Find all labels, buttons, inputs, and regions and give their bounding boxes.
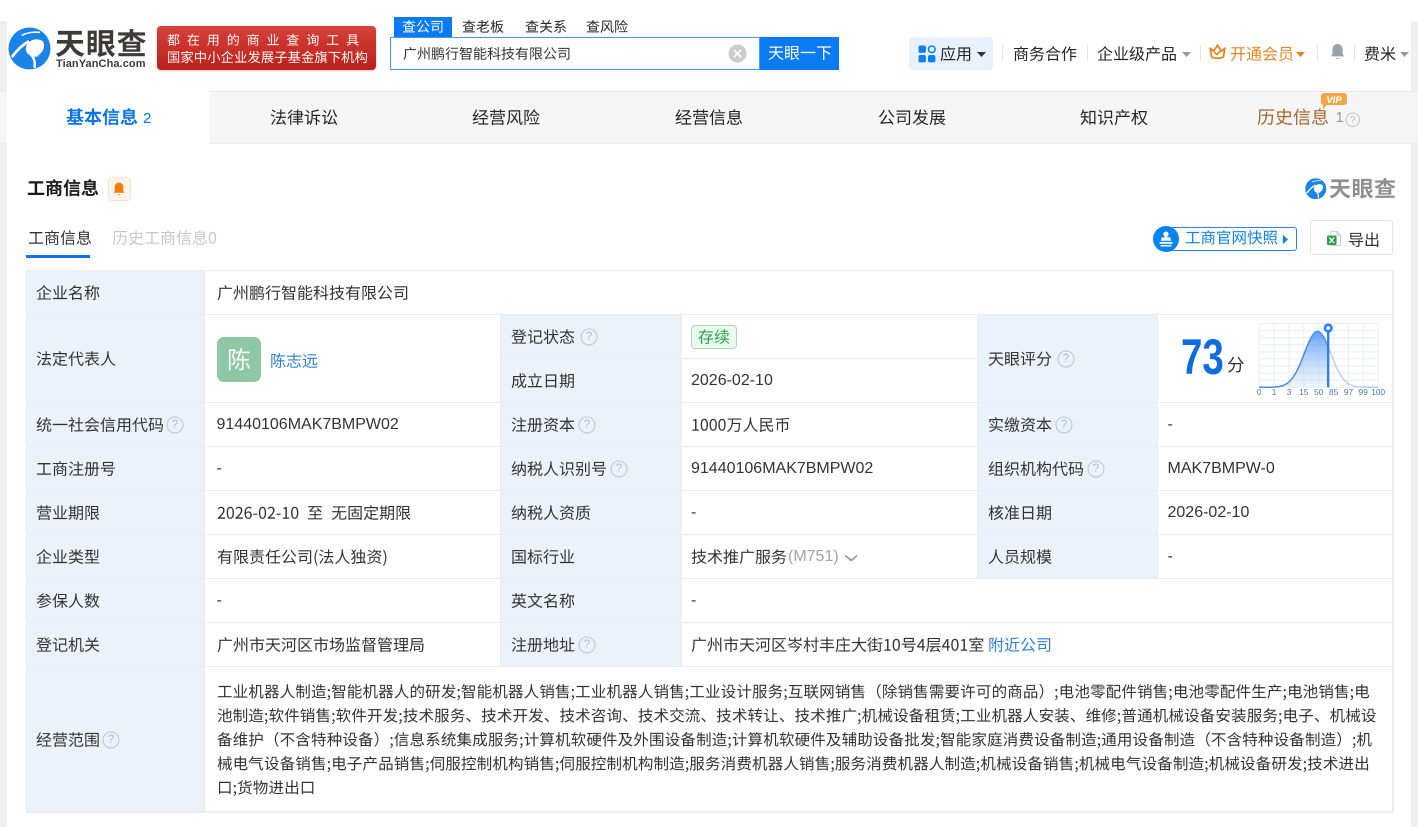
svg-text:?: ? [1092, 463, 1098, 475]
svg-text:?: ? [583, 419, 589, 431]
svg-text:15: 15 [1299, 387, 1309, 397]
svg-text:97: 97 [1344, 387, 1354, 397]
svg-text:?: ? [1350, 115, 1356, 126]
svg-text:?: ? [583, 639, 589, 651]
svg-text:?: ? [1062, 353, 1068, 365]
svg-text:50: 50 [1314, 387, 1324, 397]
svg-text:0: 0 [1257, 387, 1262, 397]
svg-text:?: ? [585, 331, 591, 343]
svg-text:?: ? [172, 419, 178, 431]
svg-text:85: 85 [1329, 387, 1339, 397]
svg-text:?: ? [615, 463, 621, 475]
svg-text:VIP: VIP [1326, 95, 1342, 106]
svg-text:1: 1 [1272, 387, 1277, 397]
svg-text:?: ? [107, 734, 113, 746]
svg-text:100: 100 [1371, 387, 1385, 397]
svg-text:99: 99 [1359, 387, 1369, 397]
svg-text:3: 3 [1287, 387, 1292, 397]
svg-text:?: ? [1060, 419, 1066, 431]
